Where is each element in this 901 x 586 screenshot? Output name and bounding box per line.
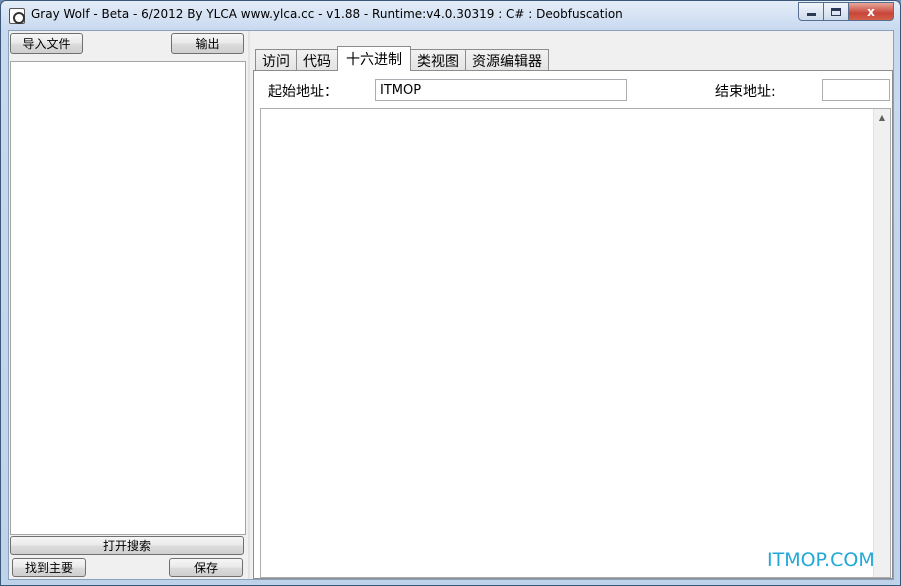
start-address-input[interactable]	[375, 79, 627, 101]
app-window: Gray Wolf - Beta - 6/2012 By YLCA www.yl…	[0, 0, 901, 586]
caption-buttons: x	[798, 2, 894, 21]
tab-resource-editor[interactable]: 资源编辑器	[465, 49, 549, 71]
tab-strip: 访问 代码 十六进制 类视图 资源编辑器	[255, 46, 549, 71]
find-main-button[interactable]: 找到主要	[12, 558, 86, 577]
end-address-label: 结束地址:	[715, 84, 776, 100]
end-address-input[interactable]	[822, 79, 890, 101]
minimize-button[interactable]	[798, 2, 824, 21]
close-icon: x	[867, 4, 875, 19]
app-icon[interactable]	[9, 8, 25, 24]
scroll-up-icon[interactable]: ▲	[874, 109, 890, 126]
import-file-button[interactable]: 导入文件	[10, 33, 83, 54]
window-title: Gray Wolf - Beta - 6/2012 By YLCA www.yl…	[31, 7, 623, 21]
open-search-button[interactable]: 打开搜索	[10, 536, 244, 555]
hex-tab-panel: 起始地址： 结束地址: ▲	[253, 70, 893, 579]
close-button[interactable]: x	[849, 2, 894, 21]
tab-hex[interactable]: 十六进制	[337, 46, 411, 71]
minimize-icon	[806, 13, 816, 16]
start-address-label: 起始地址：	[268, 84, 338, 100]
tab-code[interactable]: 代码	[296, 49, 338, 71]
client-area: 导入文件 输出 打开搜索 找到主要 保存 访问 代码 十六进制 类视图 资源编辑…	[8, 30, 894, 580]
maximize-button[interactable]	[824, 2, 849, 21]
title-bar[interactable]: Gray Wolf - Beta - 6/2012 By YLCA www.yl…	[1, 1, 900, 29]
tab-class-view[interactable]: 类视图	[410, 49, 466, 71]
save-button[interactable]: 保存	[169, 558, 243, 577]
watermark-logo: ITMOP.COM	[767, 549, 875, 571]
assembly-tree-list[interactable]	[10, 61, 246, 535]
tab-access[interactable]: 访问	[255, 49, 297, 71]
right-pane: 访问 代码 十六进制 类视图 资源编辑器 起始地址： 结束地址: ▲	[250, 31, 893, 579]
vertical-scrollbar[interactable]: ▲	[873, 109, 890, 577]
hex-view[interactable]: ▲	[260, 108, 891, 578]
export-button[interactable]: 输出	[171, 33, 244, 54]
maximize-icon	[831, 7, 841, 16]
